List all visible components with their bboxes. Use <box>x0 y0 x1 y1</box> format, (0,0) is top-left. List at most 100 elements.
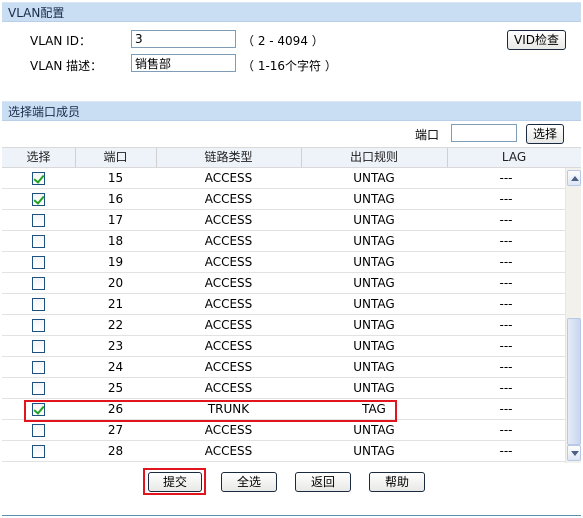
select-all-button[interactable]: 全选 <box>221 472 277 492</box>
vlan-id-label: VLAN ID： <box>30 34 91 48</box>
table-row: 22 ACCESS UNTAG --- <box>2 315 565 336</box>
vid-check-button[interactable]: VID检查 <box>507 30 566 50</box>
table-row: 28 ACCESS UNTAG --- <box>2 441 565 462</box>
table-row: 16 ACCESS UNTAG --- <box>2 189 565 210</box>
port-checkbox[interactable] <box>32 193 45 206</box>
vlan-id-input[interactable] <box>131 30 236 48</box>
link-type: ACCESS <box>204 423 253 437</box>
egress-rule: UNTAG <box>353 234 395 248</box>
egress-rule: UNTAG <box>353 360 395 374</box>
port-checkbox[interactable] <box>32 277 45 290</box>
scroll-down-arrow-icon[interactable] <box>567 445 581 461</box>
port-checkbox[interactable] <box>32 361 45 374</box>
column-header-egress-rule: 出口规则 <box>349 150 398 164</box>
port-checkbox[interactable] <box>32 214 45 227</box>
link-type: ACCESS <box>204 444 253 458</box>
lag-value: --- <box>499 213 513 227</box>
port-checkbox[interactable] <box>32 235 45 248</box>
table-row: 19 ACCESS UNTAG --- <box>2 252 565 273</box>
port-number: 17 <box>107 213 124 227</box>
submit-button[interactable]: 提交 <box>148 472 202 492</box>
port-number: 18 <box>107 234 124 248</box>
port-number: 27 <box>107 423 124 437</box>
port-number: 21 <box>107 297 124 311</box>
table-row: 17 ACCESS UNTAG --- <box>2 210 565 231</box>
egress-rule: UNTAG <box>353 318 395 332</box>
port-table-body: 15 ACCESS UNTAG --- 16 ACCESS UNTAG --- 17 ACCESS… <box>2 168 565 463</box>
port-number: 24 <box>107 360 124 374</box>
port-search-label: 端口 <box>415 128 440 142</box>
lag-value: --- <box>499 360 513 374</box>
lag-value: --- <box>499 192 513 206</box>
column-header-link-type: 链路类型 <box>204 150 253 164</box>
port-search-input[interactable] <box>451 124 517 142</box>
port-checkbox[interactable] <box>32 256 45 269</box>
port-checkbox[interactable] <box>32 445 45 458</box>
port-select-button[interactable]: 选择 <box>526 124 564 144</box>
egress-rule: UNTAG <box>353 339 395 353</box>
link-type: ACCESS <box>204 339 253 353</box>
scroll-up-arrow-icon[interactable] <box>567 170 581 186</box>
lag-value: --- <box>499 402 513 416</box>
scroll-thumb[interactable] <box>567 318 581 445</box>
table-row: 25 ACCESS UNTAG --- <box>2 378 565 399</box>
column-header-select: 选择 <box>26 150 51 164</box>
egress-rule: UNTAG <box>353 213 395 227</box>
link-type: ACCESS <box>204 192 253 206</box>
lag-value: --- <box>499 255 513 269</box>
table-row: 21 ACCESS UNTAG --- <box>2 294 565 315</box>
port-checkbox[interactable] <box>32 403 45 416</box>
port-checkbox[interactable] <box>32 319 45 332</box>
lag-value: --- <box>499 423 513 437</box>
help-button[interactable]: 帮助 <box>369 472 425 492</box>
port-table-scrollbar[interactable] <box>565 168 581 463</box>
port-checkbox[interactable] <box>32 298 45 311</box>
link-type: ACCESS <box>204 234 253 248</box>
lag-value: --- <box>499 339 513 353</box>
vlan-desc-input[interactable] <box>131 54 236 72</box>
egress-rule: UNTAG <box>353 255 395 269</box>
port-checkbox[interactable] <box>32 340 45 353</box>
link-type: ACCESS <box>204 381 253 395</box>
lag-value: --- <box>499 318 513 332</box>
back-button[interactable]: 返回 <box>295 472 351 492</box>
port-checkbox[interactable] <box>32 382 45 395</box>
port-number: 26 <box>107 402 124 416</box>
link-type: ACCESS <box>204 255 253 269</box>
vlan-config-header: VLAN配置 <box>2 2 581 22</box>
egress-rule: UNTAG <box>353 171 395 185</box>
column-header-lag: LAG <box>501 150 527 164</box>
column-header-port: 端口 <box>103 150 128 164</box>
link-type: ACCESS <box>204 213 253 227</box>
link-type: TRUNK <box>207 402 250 416</box>
lag-value: --- <box>499 276 513 290</box>
lag-value: --- <box>499 171 513 185</box>
port-members-header: 选择端口成员 <box>2 101 581 121</box>
port-number: 19 <box>107 255 124 269</box>
port-number: 28 <box>107 444 124 458</box>
table-row: 15 ACCESS UNTAG --- <box>2 168 565 189</box>
link-type: ACCESS <box>204 318 253 332</box>
port-number: 23 <box>107 339 124 353</box>
link-type: ACCESS <box>204 297 253 311</box>
footer-divider <box>2 515 581 516</box>
egress-rule: UNTAG <box>353 381 395 395</box>
lag-value: --- <box>499 444 513 458</box>
table-row: 24 ACCESS UNTAG --- <box>2 357 565 378</box>
port-number: 20 <box>107 276 124 290</box>
vlan-desc-label: VLAN 描述： <box>30 59 103 73</box>
port-checkbox[interactable] <box>32 172 45 185</box>
table-row: 20 ACCESS UNTAG --- <box>2 273 565 294</box>
lag-value: --- <box>499 297 513 311</box>
lag-value: --- <box>499 234 513 248</box>
port-checkbox[interactable] <box>32 424 45 437</box>
egress-rule: UNTAG <box>353 444 395 458</box>
lag-value: --- <box>499 381 513 395</box>
port-number: 16 <box>107 192 124 206</box>
link-type: ACCESS <box>204 360 253 374</box>
egress-rule: UNTAG <box>353 192 395 206</box>
table-row: 27 ACCESS UNTAG --- <box>2 420 565 441</box>
table-row: 18 ACCESS UNTAG --- <box>2 231 565 252</box>
table-row: 23 ACCESS UNTAG --- <box>2 336 565 357</box>
link-type: ACCESS <box>204 171 253 185</box>
